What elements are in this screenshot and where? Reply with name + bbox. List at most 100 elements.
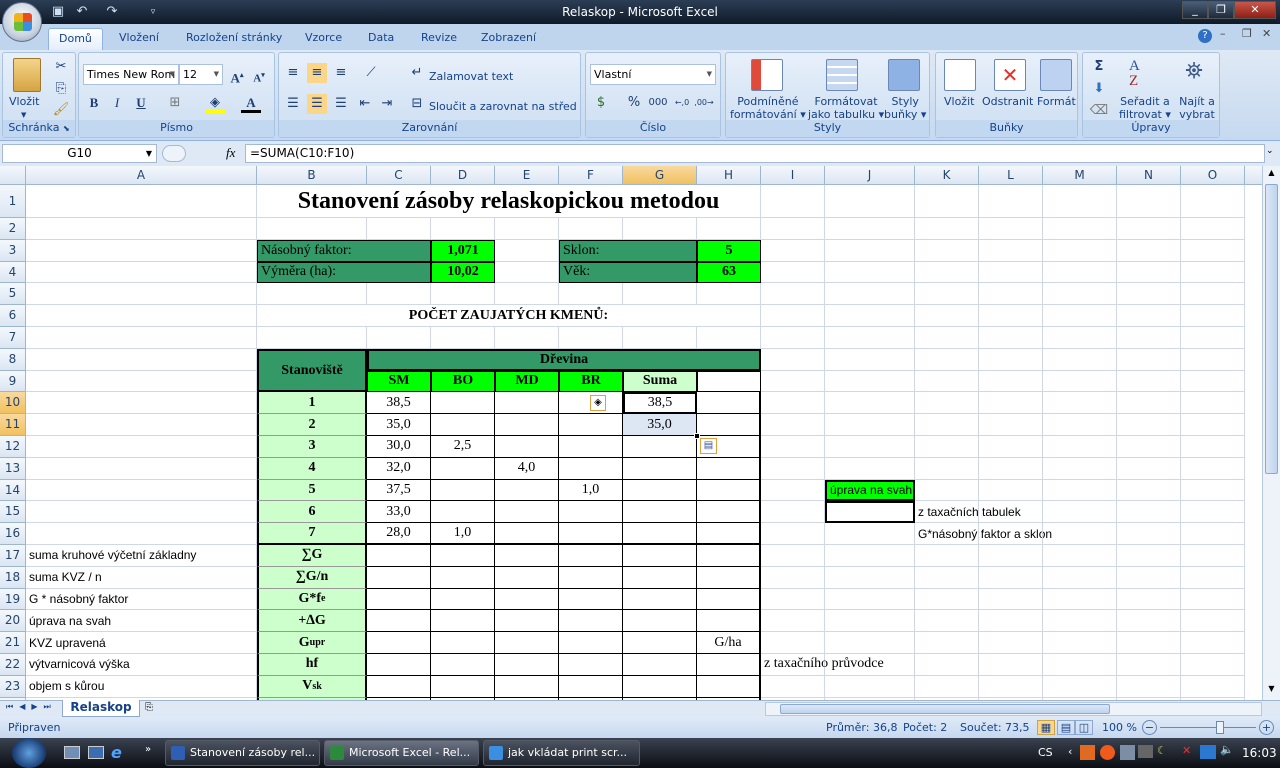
- cell-L19[interactable]: [979, 588, 1043, 611]
- expand-formula-bar-icon[interactable]: ⌄: [1266, 146, 1274, 156]
- customize-toolbar-icon[interactable]: ▿: [145, 4, 161, 20]
- show-desktop-icon[interactable]: [64, 746, 80, 759]
- cell-F19[interactable]: [559, 588, 623, 611]
- cell-F7[interactable]: [559, 327, 623, 349]
- cell-A15[interactable]: [26, 501, 257, 524]
- row-header-2[interactable]: 2: [0, 218, 26, 240]
- cell-J21[interactable]: [825, 632, 915, 654]
- cell-C8[interactable]: Dřevina: [367, 348, 761, 371]
- cell-K15[interactable]: z taxačních tabulek: [915, 501, 1021, 524]
- cell-C18[interactable]: [367, 566, 431, 589]
- cell-A6[interactable]: [26, 305, 257, 327]
- cell-F5[interactable]: [559, 283, 623, 306]
- row-header-17[interactable]: 17: [0, 545, 26, 567]
- cell-B14[interactable]: 5: [257, 479, 367, 502]
- row-header-22[interactable]: 22: [0, 654, 26, 676]
- cell-M5[interactable]: [1043, 283, 1117, 306]
- cell-M22[interactable]: [1043, 654, 1117, 676]
- percent-button[interactable]: %: [624, 93, 644, 113]
- zoom-slider-thumb[interactable]: [1215, 721, 1224, 734]
- grow-font-icon[interactable]: A▴: [227, 65, 247, 85]
- cell-N11[interactable]: [1117, 414, 1181, 436]
- cell-E21[interactable]: [495, 632, 559, 654]
- row-header-9[interactable]: 9: [0, 370, 26, 393]
- cell-F22[interactable]: [559, 654, 623, 676]
- dialog-launcher-icon[interactable]: ⬊: [63, 124, 70, 133]
- cell-H7[interactable]: [697, 327, 761, 349]
- cell-J18[interactable]: [825, 566, 915, 589]
- cell-E5[interactable]: [495, 283, 559, 306]
- vertical-scroll-thumb[interactable]: [1265, 184, 1278, 474]
- font-name-select[interactable]: Times New Rom ▼: [83, 64, 179, 85]
- cell-M3[interactable]: [1043, 239, 1117, 262]
- cell-O15[interactable]: [1181, 501, 1245, 524]
- zoom-level[interactable]: 100 %: [1102, 721, 1137, 734]
- shrink-font-icon[interactable]: A▾: [249, 65, 269, 85]
- cell-D19[interactable]: [431, 588, 495, 611]
- cell-O22[interactable]: [1181, 654, 1245, 676]
- cell-F21[interactable]: [559, 632, 623, 654]
- row-header-10[interactable]: 10: [0, 392, 26, 415]
- cell-M17[interactable]: [1043, 545, 1117, 567]
- cell-D18[interactable]: [431, 566, 495, 589]
- cell-D7[interactable]: [431, 327, 495, 349]
- align-center-icon[interactable]: ☰: [307, 94, 327, 114]
- cell-E20[interactable]: [495, 610, 559, 633]
- worksheet-grid[interactable]: A B C D E F G H I J K L M N O 1 2 3 4 5 6 7 8 9 10 11 12 13 14 15 16 17…: [0, 166, 1262, 700]
- cell-B12[interactable]: 3: [257, 436, 367, 458]
- cell-L8[interactable]: [979, 348, 1043, 371]
- cell-A21[interactable]: KVZ upravená: [26, 632, 257, 654]
- cut-icon[interactable]: ✂: [51, 57, 71, 77]
- fill-handle[interactable]: [694, 433, 700, 440]
- cell-F3[interactable]: Sklon:: [559, 239, 697, 262]
- zoom-slider-track[interactable]: [1160, 727, 1256, 728]
- cell-N13[interactable]: [1117, 457, 1181, 480]
- align-top-icon[interactable]: ≡: [283, 63, 303, 83]
- cell-C7[interactable]: [367, 327, 431, 349]
- cell-C20[interactable]: [367, 610, 431, 633]
- column-header-K[interactable]: K: [915, 166, 979, 185]
- cell-O1[interactable]: [1181, 185, 1245, 218]
- cell-L22[interactable]: [979, 654, 1043, 676]
- cell-B17[interactable]: ∑G: [257, 545, 367, 567]
- cell-K4[interactable]: [915, 261, 979, 284]
- cell-I19[interactable]: [761, 588, 825, 611]
- find-select-icon[interactable]: ⛯: [1178, 59, 1210, 91]
- cell-L13[interactable]: [979, 457, 1043, 480]
- row-header-16[interactable]: 16: [0, 523, 26, 545]
- cell-D2[interactable]: [431, 218, 495, 240]
- cell-K5[interactable]: [915, 283, 979, 306]
- sheet-tab-relaskop[interactable]: Relaskop: [62, 700, 140, 717]
- cell-C17[interactable]: [367, 545, 431, 567]
- cell-D13[interactable]: [431, 457, 495, 480]
- cell-I3[interactable]: [761, 239, 825, 262]
- cell-M10[interactable]: [1043, 392, 1117, 415]
- cell-E9[interactable]: MD: [495, 370, 559, 393]
- cell-F23[interactable]: [559, 675, 623, 698]
- cell-J17[interactable]: [825, 545, 915, 567]
- wrap-text-button[interactable]: Zalamovat text: [429, 70, 513, 83]
- cell-M21[interactable]: [1043, 632, 1117, 654]
- page-break-view-icon[interactable]: ◫: [1075, 720, 1093, 735]
- cell-D10[interactable]: [431, 392, 495, 415]
- cell-M15[interactable]: [1043, 501, 1117, 524]
- cell-G2[interactable]: [623, 218, 697, 240]
- cell-B2[interactable]: [257, 218, 367, 240]
- page-layout-view-icon[interactable]: ▤: [1057, 720, 1075, 735]
- cell-G20[interactable]: [623, 610, 697, 633]
- cell-F4[interactable]: Věk:: [559, 261, 697, 284]
- help-icon[interactable]: ?: [1198, 29, 1212, 43]
- cell-K18[interactable]: [915, 566, 979, 589]
- column-header-C[interactable]: C: [367, 166, 431, 185]
- cell-I10[interactable]: [761, 392, 825, 415]
- ribbon-minimize-icon[interactable]: –: [1220, 27, 1226, 40]
- cell-A5[interactable]: [26, 283, 257, 306]
- cell-O4[interactable]: [1181, 261, 1245, 284]
- tab-formulas[interactable]: Vzorce: [295, 28, 352, 50]
- cell-J11[interactable]: [825, 414, 915, 436]
- cell-D12[interactable]: 2,5: [431, 436, 495, 458]
- cell-A1[interactable]: [26, 185, 257, 218]
- cell-G11[interactable]: 35,0: [623, 414, 697, 436]
- cell-L20[interactable]: [979, 610, 1043, 633]
- cell-O7[interactable]: [1181, 327, 1245, 349]
